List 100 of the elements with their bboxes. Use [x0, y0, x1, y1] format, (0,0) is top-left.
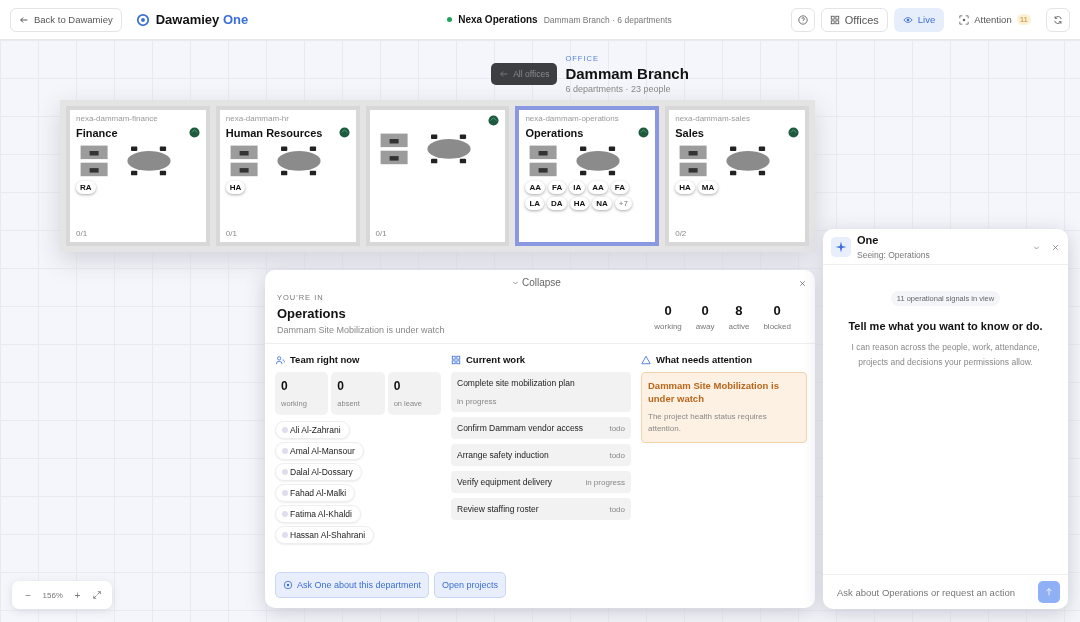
count-value: 0 — [337, 379, 345, 393]
office-title: Dammam Branch — [565, 65, 689, 82]
avatar[interactable]: FA — [610, 181, 629, 194]
avatar[interactable]: DA — [547, 197, 567, 210]
count-value: 0 — [281, 379, 289, 393]
stat-label: active — [728, 322, 750, 331]
avatar[interactable]: IA — [569, 181, 586, 194]
avatar[interactable]: NA — [592, 197, 612, 210]
room-slug: nexa-dammam-operations — [525, 114, 620, 123]
seat-count: 0/2 — [675, 229, 688, 238]
avatar[interactable]: LA — [525, 197, 545, 210]
avatar[interactable]: HA — [225, 181, 246, 194]
seat-count: 0/1 — [375, 229, 388, 238]
section-title: What needs attention — [656, 354, 753, 365]
context-detail: Dammam Branch · 6 departments — [543, 14, 672, 25]
org-name: Nexa Operations — [458, 14, 538, 25]
avatar-icon — [282, 469, 288, 475]
room-name: Finance — [76, 126, 118, 139]
avatar[interactable]: MA — [697, 181, 719, 194]
person-chip[interactable]: Ali Al-Zahrani — [275, 421, 350, 439]
grid-icon — [829, 14, 840, 25]
avatar-icon — [282, 448, 288, 454]
work-title: Review staffing roster — [457, 504, 539, 514]
avatar[interactable]: AA — [525, 181, 545, 194]
zoom-in-button[interactable]: + — [71, 589, 84, 601]
person-chip[interactable]: Fahad Al-Malki — [275, 484, 356, 502]
department-room[interactable]: nexa-dammam-hr Human Resources HA 0/1 — [215, 106, 360, 246]
people-icon — [275, 354, 285, 365]
room-slug: nexa-dammam-finance — [76, 114, 159, 123]
expand-icon[interactable] — [91, 590, 102, 600]
more-count: +7 — [614, 197, 632, 210]
grid-icon — [451, 354, 461, 365]
stat-value: 8 — [735, 303, 743, 318]
attention-title: Dammam Site Mobilization is under watch — [648, 379, 780, 406]
open-projects-button[interactable]: Open projects — [434, 572, 507, 598]
zoom-level: 156% — [42, 590, 63, 600]
back-button[interactable]: Back to Dawamiey — [10, 7, 122, 32]
work-item[interactable]: Arrange safety induction todo — [451, 444, 631, 466]
work-title: Complete site mobilization plan — [457, 378, 575, 388]
collapse-button[interactable]: Collapse — [505, 276, 567, 289]
stat-value: 0 — [664, 303, 672, 318]
send-button[interactable] — [1038, 581, 1060, 603]
person-chip[interactable]: Dalal Al-Dossary — [275, 463, 362, 481]
avatar-icon — [282, 427, 288, 433]
department-room[interactable]: nexa-dammam-operations Operations AA FA IA AA FA LA DA HA NA +7 — [515, 106, 660, 246]
refresh-button[interactable] — [1046, 7, 1070, 32]
work-item[interactable]: Review staffing roster todo — [451, 498, 631, 520]
seat-count: 0/1 — [225, 229, 238, 238]
department-title: Operations — [277, 306, 347, 321]
plant-icon — [638, 127, 650, 138]
person-chip[interactable]: Hassan Al-Shahrani — [275, 526, 375, 544]
attention-card[interactable]: Dammam Site Mobilization is under watch The project health status requires attention. — [641, 372, 807, 444]
warning-icon — [641, 354, 651, 365]
work-item[interactable]: Confirm Dammam vendor access todo — [451, 417, 631, 439]
eye-icon — [902, 14, 913, 25]
person-chip[interactable]: Amal Al-Mansour — [275, 442, 364, 460]
work-title: Verify equipment delivery — [457, 477, 552, 487]
assistant-name: One — [857, 234, 880, 246]
offices-button[interactable]: Offices — [820, 7, 888, 32]
room-name: Sales — [675, 126, 704, 139]
arrow-left-icon — [499, 69, 510, 79]
arrow-up-icon — [1044, 587, 1054, 597]
assistant-heading: Tell me what you want to know or do. — [848, 320, 1043, 332]
avatar[interactable]: HA — [675, 181, 695, 194]
room-name: Human Resources — [225, 126, 323, 139]
help-button[interactable] — [790, 7, 815, 32]
department-room[interactable]: nexa-dammam-sales Sales HA MA 0/2 — [665, 106, 809, 246]
arrow-left-icon — [19, 14, 29, 25]
work-status: in progress — [457, 397, 497, 406]
work-item[interactable]: Complete site mobilization plan in progress — [451, 372, 631, 412]
stat-value: 0 — [773, 303, 781, 318]
count-value: 0 — [393, 379, 402, 393]
plant-icon — [488, 115, 500, 126]
work-status: todo — [609, 504, 625, 514]
assistant-context: Seeing: Operations — [857, 250, 931, 260]
stat-label: away — [695, 322, 715, 331]
live-button[interactable]: Live — [893, 7, 945, 32]
help-icon — [797, 14, 808, 25]
office-subtitle: 6 departments · 23 people — [565, 84, 672, 94]
department-room[interactable]: 0/1 — [365, 106, 510, 246]
department-room[interactable]: nexa-dammam-finance Finance RA 0/1 — [66, 106, 210, 246]
person-chip[interactable]: Fatima Al-Khaldi — [275, 505, 361, 523]
work-title: Confirm Dammam vendor access — [457, 423, 584, 433]
seat-count: 0/1 — [76, 229, 89, 238]
avatar[interactable]: HA — [569, 197, 590, 210]
plant-icon — [788, 127, 799, 138]
avatar[interactable]: FA — [547, 181, 567, 194]
avatar-icon — [282, 532, 288, 538]
zoom-out-button[interactable]: − — [22, 589, 35, 601]
work-item[interactable]: Verify equipment delivery in progress — [451, 471, 631, 493]
avatar[interactable]: AA — [588, 181, 608, 194]
work-status: todo — [609, 450, 625, 460]
plant-icon — [188, 127, 200, 138]
close-icon[interactable] — [798, 279, 807, 288]
avatar[interactable]: RA — [76, 181, 96, 194]
ask-button[interactable]: Ask One about this department — [275, 572, 430, 598]
plant-icon — [338, 127, 350, 138]
close-icon[interactable] — [1051, 242, 1060, 252]
sparkle-icon — [831, 237, 851, 257]
room-name: Operations — [525, 126, 584, 139]
